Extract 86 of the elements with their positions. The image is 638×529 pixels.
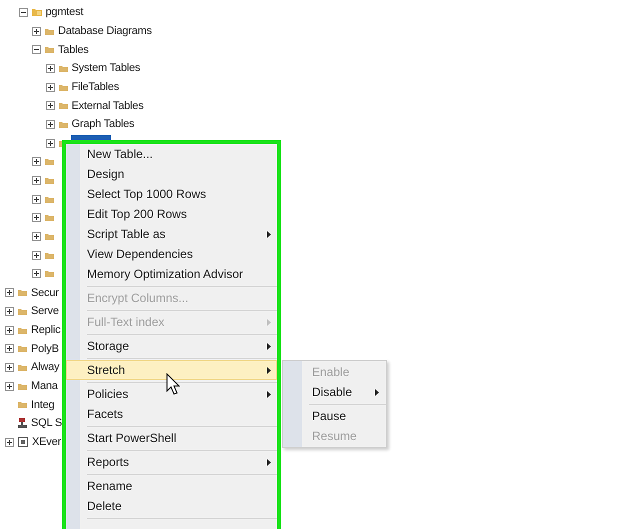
event-icon bbox=[18, 437, 28, 448]
folder-icon bbox=[58, 120, 68, 128]
folder-icon bbox=[18, 308, 27, 315]
menu-item[interactable]: Rename bbox=[66, 476, 277, 496]
tree-node-label[interactable]: System Tables bbox=[70, 60, 142, 76]
folder-icon bbox=[45, 233, 54, 240]
folder-icon bbox=[45, 28, 54, 35]
expand-icon[interactable] bbox=[5, 438, 14, 447]
expand-icon[interactable] bbox=[46, 120, 54, 129]
tree-node-label[interactable]: XEver bbox=[31, 434, 62, 450]
expand-icon[interactable] bbox=[32, 194, 41, 204]
submenu-arrow-icon bbox=[267, 390, 271, 398]
folder-icon bbox=[18, 364, 27, 371]
expand-icon[interactable] bbox=[32, 157, 41, 166]
folder-icon bbox=[45, 46, 54, 54]
menu-item[interactable]: Delete bbox=[66, 496, 277, 516]
submenu-arrow-icon bbox=[267, 342, 271, 350]
expand-icon[interactable] bbox=[32, 213, 41, 222]
expand-icon[interactable] bbox=[46, 138, 54, 148]
tree-node-label[interactable]: Serve bbox=[30, 303, 60, 320]
menu-item[interactable]: Reports bbox=[66, 452, 277, 472]
folder-icon bbox=[45, 252, 54, 259]
folder-icon bbox=[18, 289, 27, 296]
menu-item[interactable]: Memory Optimization Advisor bbox=[66, 264, 277, 284]
tree-node-label[interactable]: Secur bbox=[30, 284, 60, 301]
tree-node-label[interactable]: Alway bbox=[30, 359, 60, 376]
expand-icon[interactable] bbox=[46, 64, 54, 73]
menu-item[interactable]: Design bbox=[66, 164, 277, 184]
menu-item[interactable]: Pause bbox=[283, 406, 386, 426]
agent-icon bbox=[18, 418, 27, 428]
expand-icon[interactable] bbox=[5, 306, 14, 316]
folder-icon bbox=[58, 102, 68, 110]
menu-item[interactable]: Storage bbox=[66, 336, 277, 356]
expand-icon[interactable] bbox=[5, 288, 14, 298]
folder-icon bbox=[18, 345, 27, 352]
folder-icon bbox=[45, 196, 54, 203]
expand-icon[interactable] bbox=[5, 344, 14, 354]
collapse-icon[interactable] bbox=[18, 8, 28, 17]
database-icon bbox=[32, 8, 42, 16]
menu-item[interactable]: Facets bbox=[66, 404, 277, 424]
submenu-arrow-icon bbox=[267, 318, 271, 326]
menu-item[interactable]: Select Top 1000 Rows bbox=[66, 184, 277, 204]
expand-icon[interactable] bbox=[46, 82, 54, 92]
folder-icon bbox=[58, 64, 68, 72]
menu-item[interactable]: Script Table as bbox=[66, 224, 277, 244]
submenu-arrow-icon bbox=[267, 230, 271, 238]
tree-node-label[interactable]: SQL S bbox=[30, 415, 63, 432]
menu-item[interactable]: New Table... bbox=[66, 144, 277, 164]
mouse-pointer-icon bbox=[166, 373, 180, 395]
expand-icon[interactable] bbox=[32, 269, 41, 278]
tree-node-label[interactable]: Integ bbox=[30, 396, 56, 413]
menu-item[interactable]: View Dependencies bbox=[66, 244, 277, 264]
tree-node-label[interactable]: Graph Tables bbox=[70, 116, 136, 132]
expand-icon[interactable] bbox=[5, 326, 14, 335]
menu-item[interactable]: Edit Top 200 Rows bbox=[66, 204, 277, 224]
submenu-arrow-icon bbox=[267, 366, 271, 374]
folder-icon bbox=[45, 158, 54, 166]
tree-node-label[interactable]: pgmtest bbox=[44, 4, 84, 20]
folder-icon bbox=[18, 382, 27, 390]
expand-icon[interactable] bbox=[32, 232, 41, 242]
expand-icon[interactable] bbox=[5, 382, 14, 391]
menu-item[interactable]: Disable bbox=[283, 382, 386, 402]
folder-icon bbox=[18, 401, 27, 408]
folder-icon bbox=[18, 326, 27, 334]
folder-icon bbox=[45, 214, 54, 222]
folder-icon bbox=[45, 270, 54, 278]
expand-icon[interactable] bbox=[46, 101, 54, 110]
tree-node-label[interactable]: Database Diagrams bbox=[57, 23, 153, 40]
collapse-icon[interactable] bbox=[32, 45, 41, 54]
tree-node-label[interactable]: FileTables bbox=[70, 79, 120, 96]
tree-node-label[interactable]: Tables bbox=[57, 42, 90, 58]
tree-node-label[interactable]: Replic bbox=[30, 322, 62, 338]
expand-icon[interactable] bbox=[5, 362, 14, 372]
expand-icon[interactable] bbox=[32, 250, 41, 260]
expand-icon[interactable] bbox=[32, 176, 41, 186]
menu-item[interactable]: Stretch bbox=[66, 360, 277, 380]
expand-icon[interactable] bbox=[32, 26, 41, 36]
submenu-arrow-icon bbox=[267, 458, 271, 466]
menu-item[interactable]: Policies bbox=[66, 384, 277, 404]
tree-node-label[interactable]: PolyB bbox=[30, 340, 60, 357]
folder-icon bbox=[58, 84, 68, 91]
tree-node-label[interactable]: Mana bbox=[30, 378, 59, 394]
tree-node-label[interactable]: External Tables bbox=[70, 98, 145, 114]
menu-item[interactable]: Start PowerShell bbox=[66, 428, 277, 448]
folder-icon bbox=[45, 177, 54, 184]
submenu-arrow-icon bbox=[375, 388, 379, 396]
